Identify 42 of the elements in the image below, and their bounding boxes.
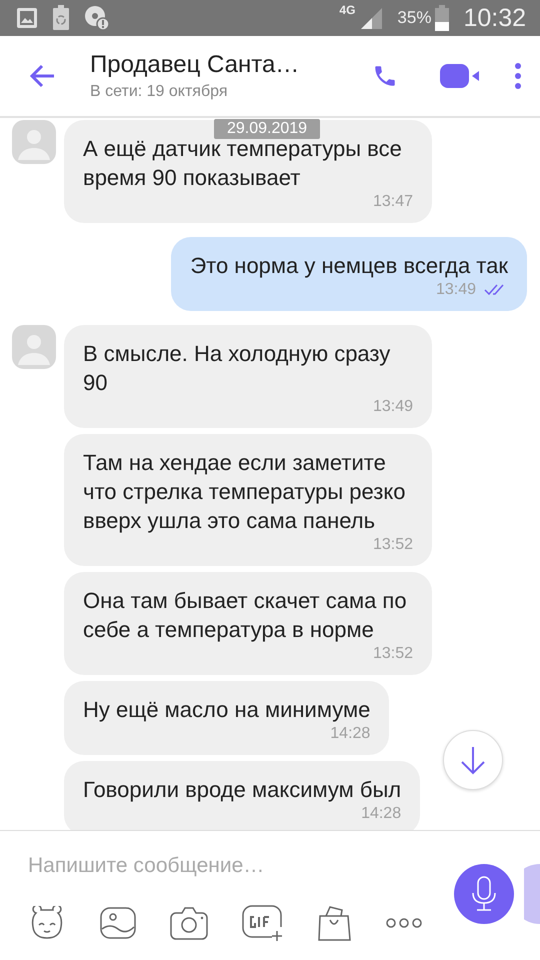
image-icon[interactable]: [100, 907, 136, 939]
incoming-message-bubble[interactable]: Она там бывает скачет сама по себе а температура в норме 13:52: [64, 572, 432, 675]
more-options-icon[interactable]: [514, 63, 522, 89]
date-label: 29.09.2019: [214, 119, 320, 139]
message-field[interactable]: Напишите сообщение…: [28, 849, 388, 883]
message-time: 13:49: [436, 281, 476, 299]
message-text: Говорили вроде максимум был: [83, 776, 402, 804]
message-text: Там на хендае если заметите что стрелка температуры резко вверх ушла это сама панель: [83, 449, 406, 535]
clock: 10:32: [463, 4, 526, 32]
signal-icon: [359, 6, 384, 30]
message-time: 14:28: [330, 725, 370, 743]
outgoing-message-bubble[interactable]: Это норма у немцев всегда так 13:49: [171, 237, 527, 311]
network-type: 4G: [339, 4, 356, 16]
more-icon[interactable]: [386, 917, 422, 929]
video-camera-icon[interactable]: [440, 63, 480, 89]
incoming-message-bubble[interactable]: Там на хендае если заметите что стрелка температуры резко вверх ушла это сама панель 13:52: [64, 434, 432, 566]
message-time: 13:52: [372, 536, 413, 554]
message-time: 13:52: [372, 645, 413, 663]
incoming-message-bubble[interactable]: Ну ещё масло на минимуме 14:28: [64, 681, 390, 755]
contact-name: Продавец Санта…: [90, 51, 300, 79]
gif-icon[interactable]: [242, 905, 284, 941]
gallery-icon: [16, 7, 38, 29]
disc-alert-icon: [84, 5, 110, 31]
battery-percent: 35%: [397, 8, 432, 28]
message-text: Ну ещё масло на минимуме: [83, 696, 370, 724]
message-time: 13:49: [372, 398, 413, 416]
microphone-icon: [471, 876, 497, 912]
incoming-message-bubble[interactable]: Говорили вроде максимум был 14:28: [64, 761, 420, 830]
battery-icon: [435, 5, 450, 31]
shopping-bag-icon[interactable]: [318, 905, 352, 941]
scroll-down-button[interactable]: [443, 730, 503, 790]
message-text: Это норма у немцев всегда так: [190, 252, 508, 280]
back-arrow-icon[interactable]: [28, 62, 56, 90]
down-arrow-icon: [459, 745, 487, 775]
battery-recycle-icon: [52, 5, 70, 31]
last-seen: В сети: 19 октября: [90, 83, 228, 101]
camera-icon[interactable]: [170, 906, 208, 940]
message-time: 14:28: [361, 805, 402, 823]
message-time: 13:47: [372, 193, 413, 211]
message-text: В смысле. На холодную сразу 90: [83, 340, 392, 397]
incoming-message-bubble[interactable]: В смысле. На холодную сразу 90 13:49: [64, 325, 432, 428]
message-text: Она там бывает скачет сама по себе а температура в норме: [83, 587, 408, 644]
